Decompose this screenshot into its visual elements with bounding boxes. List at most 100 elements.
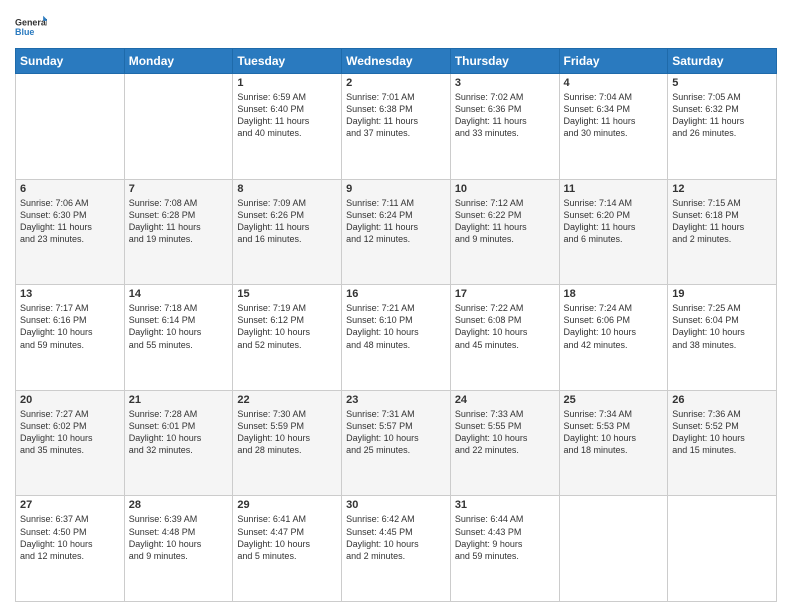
calendar-day-cell: 31 Sunrise: 6:44 AM Sunset: 4:43 PM Dayli… bbox=[450, 496, 559, 602]
day-number: 21 bbox=[129, 394, 229, 406]
calendar-day-cell bbox=[668, 496, 777, 602]
day-info: Sunrise: 6:42 AM Sunset: 4:45 PM Dayligh… bbox=[346, 513, 446, 562]
calendar-weekday-header: Thursday bbox=[450, 49, 559, 74]
day-info: Sunrise: 7:11 AM Sunset: 6:24 PM Dayligh… bbox=[346, 197, 446, 246]
calendar-day-cell: 30 Sunrise: 6:42 AM Sunset: 4:45 PM Dayli… bbox=[342, 496, 451, 602]
calendar-week-row: 27 Sunrise: 6:37 AM Sunset: 4:50 PM Dayli… bbox=[16, 496, 777, 602]
day-number: 12 bbox=[672, 183, 772, 195]
day-number: 3 bbox=[455, 77, 555, 89]
day-number: 4 bbox=[564, 77, 664, 89]
calendar-day-cell: 24Sunrise: 7:33 AM Sunset: 5:55 PM Dayli… bbox=[450, 390, 559, 496]
calendar-day-cell: 21 Sunrise: 7:28 AM Sunset: 6:01 PM Dayli… bbox=[124, 390, 233, 496]
day-number: 16 bbox=[346, 288, 446, 300]
calendar-day-cell: 5Sunrise: 7:05 AM Sunset: 6:32 PM Daylig… bbox=[668, 74, 777, 180]
calendar-weekday-header: Sunday bbox=[16, 49, 125, 74]
day-number: 1 bbox=[237, 77, 337, 89]
calendar-day-cell: 14 Sunrise: 7:18 AM Sunset: 6:14 PM Dayli… bbox=[124, 285, 233, 391]
calendar-day-cell: 15 Sunrise: 7:19 AM Sunset: 6:12 PM Dayli… bbox=[233, 285, 342, 391]
calendar-day-cell: 4 Sunrise: 7:04 AM Sunset: 6:34 PM Daylig… bbox=[559, 74, 668, 180]
day-number: 7 bbox=[129, 183, 229, 195]
day-info: Sunrise: 7:36 AM Sunset: 5:52 PM Dayligh… bbox=[672, 408, 772, 457]
day-number: 2 bbox=[346, 77, 446, 89]
day-number: 30 bbox=[346, 499, 446, 511]
day-number: 19 bbox=[672, 288, 772, 300]
calendar-day-cell: 17 Sunrise: 7:22 AM Sunset: 6:08 PM Dayli… bbox=[450, 285, 559, 391]
day-number: 13 bbox=[20, 288, 120, 300]
calendar-day-cell: 3Sunrise: 7:02 AM Sunset: 6:36 PM Daylig… bbox=[450, 74, 559, 180]
calendar-day-cell bbox=[124, 74, 233, 180]
svg-text:General: General bbox=[15, 17, 47, 27]
calendar-weekday-header: Wednesday bbox=[342, 49, 451, 74]
day-info: Sunrise: 7:14 AM Sunset: 6:20 PM Dayligh… bbox=[564, 197, 664, 246]
day-number: 9 bbox=[346, 183, 446, 195]
calendar-day-cell: 20 Sunrise: 7:27 AM Sunset: 6:02 PM Dayli… bbox=[16, 390, 125, 496]
day-info: Sunrise: 7:08 AM Sunset: 6:28 PM Dayligh… bbox=[129, 197, 229, 246]
calendar-week-row: 13 Sunrise: 7:17 AM Sunset: 6:16 PM Dayli… bbox=[16, 285, 777, 391]
day-info: Sunrise: 7:22 AM Sunset: 6:08 PM Dayligh… bbox=[455, 302, 555, 351]
calendar-day-cell: 27 Sunrise: 6:37 AM Sunset: 4:50 PM Dayli… bbox=[16, 496, 125, 602]
day-info: Sunrise: 7:09 AM Sunset: 6:26 PM Dayligh… bbox=[237, 197, 337, 246]
day-info: Sunrise: 6:39 AM Sunset: 4:48 PM Dayligh… bbox=[129, 513, 229, 562]
calendar-week-row: 1 Sunrise: 6:59 AM Sunset: 6:40 PM Daylig… bbox=[16, 74, 777, 180]
day-info: Sunrise: 6:41 AM Sunset: 4:47 PM Dayligh… bbox=[237, 513, 337, 562]
calendar-weekday-header: Tuesday bbox=[233, 49, 342, 74]
calendar-day-cell: 6Sunrise: 7:06 AM Sunset: 6:30 PM Daylig… bbox=[16, 179, 125, 285]
day-info: Sunrise: 7:31 AM Sunset: 5:57 PM Dayligh… bbox=[346, 408, 446, 457]
calendar-day-cell: 18 Sunrise: 7:24 AM Sunset: 6:06 PM Dayli… bbox=[559, 285, 668, 391]
page: General Blue SundayMondayTuesdayWednesda… bbox=[0, 0, 792, 612]
day-number: 11 bbox=[564, 183, 664, 195]
logo-svg: General Blue bbox=[15, 10, 47, 42]
calendar-weekday-header: Saturday bbox=[668, 49, 777, 74]
calendar-day-cell: 28 Sunrise: 6:39 AM Sunset: 4:48 PM Dayli… bbox=[124, 496, 233, 602]
day-info: Sunrise: 7:25 AM Sunset: 6:04 PM Dayligh… bbox=[672, 302, 772, 351]
svg-text:Blue: Blue bbox=[15, 27, 34, 37]
day-info: Sunrise: 7:30 AM Sunset: 5:59 PM Dayligh… bbox=[237, 408, 337, 457]
calendar-day-cell: 11 Sunrise: 7:14 AM Sunset: 6:20 PM Dayli… bbox=[559, 179, 668, 285]
day-number: 31 bbox=[455, 499, 555, 511]
day-info: Sunrise: 7:15 AM Sunset: 6:18 PM Dayligh… bbox=[672, 197, 772, 246]
day-info: Sunrise: 7:21 AM Sunset: 6:10 PM Dayligh… bbox=[346, 302, 446, 351]
day-info: Sunrise: 7:01 AM Sunset: 6:38 PM Dayligh… bbox=[346, 91, 446, 140]
day-info: Sunrise: 6:59 AM Sunset: 6:40 PM Dayligh… bbox=[237, 91, 337, 140]
calendar-day-cell: 7 Sunrise: 7:08 AM Sunset: 6:28 PM Daylig… bbox=[124, 179, 233, 285]
day-info: Sunrise: 6:37 AM Sunset: 4:50 PM Dayligh… bbox=[20, 513, 120, 562]
day-info: Sunrise: 7:18 AM Sunset: 6:14 PM Dayligh… bbox=[129, 302, 229, 351]
calendar-day-cell: 8 Sunrise: 7:09 AM Sunset: 6:26 PM Daylig… bbox=[233, 179, 342, 285]
day-number: 8 bbox=[237, 183, 337, 195]
calendar-header-row: SundayMondayTuesdayWednesdayThursdayFrid… bbox=[16, 49, 777, 74]
logo: General Blue bbox=[15, 10, 47, 42]
calendar-week-row: 6Sunrise: 7:06 AM Sunset: 6:30 PM Daylig… bbox=[16, 179, 777, 285]
day-info: Sunrise: 7:19 AM Sunset: 6:12 PM Dayligh… bbox=[237, 302, 337, 351]
calendar-day-cell: 26 Sunrise: 7:36 AM Sunset: 5:52 PM Dayli… bbox=[668, 390, 777, 496]
day-number: 27 bbox=[20, 499, 120, 511]
day-info: Sunrise: 7:17 AM Sunset: 6:16 PM Dayligh… bbox=[20, 302, 120, 351]
day-number: 20 bbox=[20, 394, 120, 406]
calendar-day-cell: 25Sunrise: 7:34 AM Sunset: 5:53 PM Dayli… bbox=[559, 390, 668, 496]
day-number: 5 bbox=[672, 77, 772, 89]
calendar-weekday-header: Friday bbox=[559, 49, 668, 74]
calendar-day-cell: 19 Sunrise: 7:25 AM Sunset: 6:04 PM Dayli… bbox=[668, 285, 777, 391]
day-info: Sunrise: 7:27 AM Sunset: 6:02 PM Dayligh… bbox=[20, 408, 120, 457]
calendar-day-cell: 16 Sunrise: 7:21 AM Sunset: 6:10 PM Dayli… bbox=[342, 285, 451, 391]
day-info: Sunrise: 7:24 AM Sunset: 6:06 PM Dayligh… bbox=[564, 302, 664, 351]
day-info: Sunrise: 7:33 AM Sunset: 5:55 PM Dayligh… bbox=[455, 408, 555, 457]
day-number: 22 bbox=[237, 394, 337, 406]
calendar-day-cell bbox=[16, 74, 125, 180]
day-number: 18 bbox=[564, 288, 664, 300]
day-number: 15 bbox=[237, 288, 337, 300]
calendar-day-cell: 29Sunrise: 6:41 AM Sunset: 4:47 PM Dayli… bbox=[233, 496, 342, 602]
calendar-day-cell: 13 Sunrise: 7:17 AM Sunset: 6:16 PM Dayli… bbox=[16, 285, 125, 391]
calendar-weekday-header: Monday bbox=[124, 49, 233, 74]
day-number: 17 bbox=[455, 288, 555, 300]
day-info: Sunrise: 7:04 AM Sunset: 6:34 PM Dayligh… bbox=[564, 91, 664, 140]
day-info: Sunrise: 6:44 AM Sunset: 4:43 PM Dayligh… bbox=[455, 513, 555, 562]
day-number: 23 bbox=[346, 394, 446, 406]
calendar-day-cell: 22 Sunrise: 7:30 AM Sunset: 5:59 PM Dayli… bbox=[233, 390, 342, 496]
day-number: 28 bbox=[129, 499, 229, 511]
day-number: 26 bbox=[672, 394, 772, 406]
day-info: Sunrise: 7:28 AM Sunset: 6:01 PM Dayligh… bbox=[129, 408, 229, 457]
day-number: 10 bbox=[455, 183, 555, 195]
calendar-week-row: 20 Sunrise: 7:27 AM Sunset: 6:02 PM Dayli… bbox=[16, 390, 777, 496]
day-info: Sunrise: 7:34 AM Sunset: 5:53 PM Dayligh… bbox=[564, 408, 664, 457]
day-number: 14 bbox=[129, 288, 229, 300]
